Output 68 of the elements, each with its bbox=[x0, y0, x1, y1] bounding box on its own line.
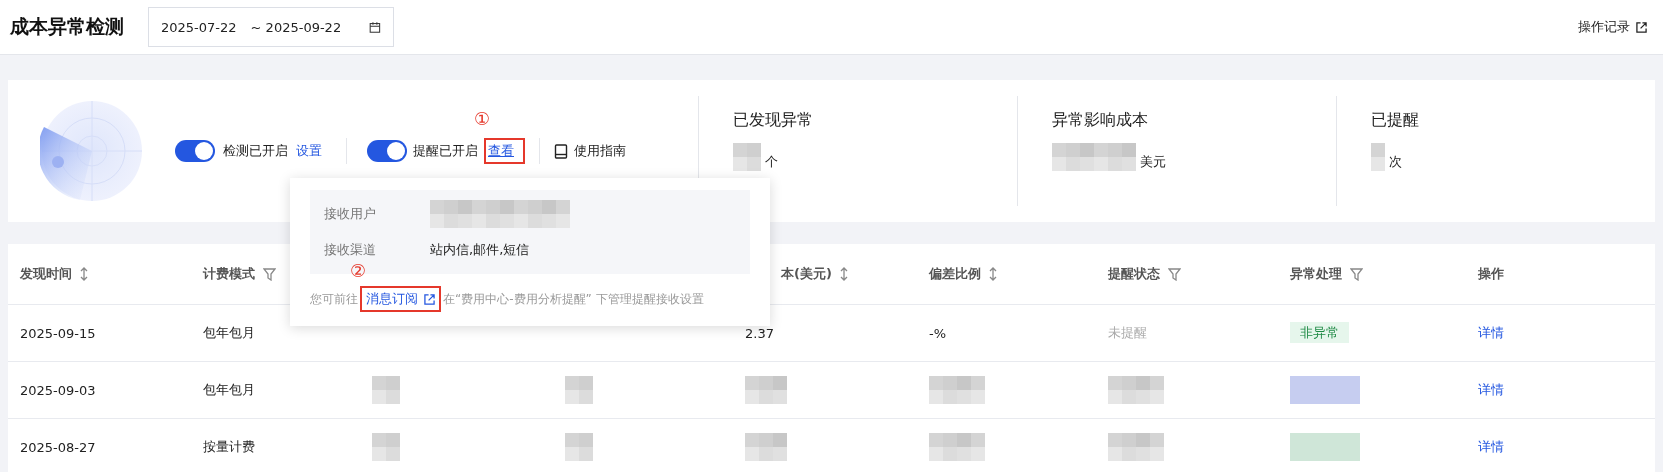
column-header: 发现时间 bbox=[20, 265, 72, 283]
filter-icon[interactable] bbox=[263, 267, 276, 281]
details-link[interactable]: 详情 bbox=[1478, 381, 1655, 399]
date-range-picker[interactable]: 2025-07-22 ~ 2025-09-22 bbox=[148, 7, 394, 47]
pixelated-redaction bbox=[733, 143, 761, 171]
sort-icon[interactable] bbox=[989, 267, 997, 281]
reminder-switch[interactable] bbox=[367, 140, 407, 162]
status-tag: 非异常 bbox=[1290, 322, 1349, 343]
hint-text: 您可前往 bbox=[310, 290, 358, 308]
pixelated-redaction bbox=[929, 433, 985, 461]
table-cell-text: 2025-08-27 bbox=[20, 439, 97, 455]
page-title: 成本异常检测 bbox=[10, 14, 124, 39]
detection-switch[interactable] bbox=[175, 140, 215, 162]
table-cell-text: 2025-09-15 bbox=[20, 325, 97, 341]
details-link[interactable]: 详情 bbox=[1478, 438, 1655, 456]
stat-title: 已发现异常 bbox=[733, 110, 814, 131]
stat-unit: 美元 bbox=[1140, 153, 1166, 171]
stat-title: 已提醒 bbox=[1371, 110, 1420, 131]
column-header: 异常处理 bbox=[1290, 265, 1342, 283]
reminder-state: 未提醒 bbox=[1108, 325, 1147, 340]
calendar-icon bbox=[369, 19, 381, 35]
pixelated-redaction bbox=[1371, 143, 1385, 171]
field-label: 接收渠道 bbox=[324, 241, 377, 259]
column-header: 提醒状态 bbox=[1108, 265, 1160, 283]
sort-icon[interactable] bbox=[80, 267, 88, 281]
pixelated-redaction bbox=[745, 376, 787, 404]
subscription-link[interactable]: 消息订阅 bbox=[366, 290, 435, 308]
guide-link[interactable]: 使用指南 bbox=[574, 142, 626, 160]
details-link[interactable]: 详情 bbox=[1478, 324, 1655, 342]
pixelated-redaction bbox=[1108, 433, 1164, 461]
sort-icon[interactable] bbox=[839, 267, 848, 281]
reminder-status: 提醒已开启 bbox=[413, 142, 478, 160]
column-header: 操作 bbox=[1478, 265, 1504, 283]
detection-status: 检测已开启 bbox=[223, 142, 288, 160]
pixelated-redaction bbox=[745, 433, 787, 461]
book-icon bbox=[554, 143, 568, 159]
field-value: 站内信,邮件,短信 bbox=[430, 241, 530, 259]
external-link-icon bbox=[424, 293, 435, 305]
pixelated-redaction bbox=[372, 376, 400, 404]
view-link[interactable]: 查看 bbox=[488, 142, 514, 160]
column-header: 本(美元) bbox=[781, 265, 832, 283]
table-cell-text: 包年包月 bbox=[203, 324, 256, 342]
annotation-number: ② bbox=[350, 262, 367, 280]
field-label: 接收用户 bbox=[324, 205, 377, 223]
pixelated-redaction bbox=[565, 433, 593, 461]
pixelated-redaction bbox=[1290, 433, 1360, 461]
table-cell: 2.37 bbox=[745, 325, 774, 341]
settings-link[interactable]: 设置 bbox=[296, 142, 322, 160]
column-header: 偏差比例 bbox=[929, 265, 981, 283]
table-cell-text: 2025-09-03 bbox=[20, 382, 97, 398]
pixelated-redaction bbox=[1290, 376, 1360, 404]
pixelated-redaction bbox=[1108, 376, 1164, 404]
stat-unit: 次 bbox=[1389, 153, 1402, 171]
operation-log-link[interactable]: 操作记录 bbox=[1578, 18, 1647, 36]
table-cell: -% bbox=[929, 325, 947, 341]
pixelated-redaction bbox=[372, 433, 400, 461]
external-link-icon bbox=[1636, 21, 1647, 33]
table-cell-text: 按量计费 bbox=[203, 438, 256, 456]
annotation-number: ① bbox=[474, 110, 491, 128]
stat-unit: 个 bbox=[765, 153, 778, 171]
hint-text: 在“费用中心-费用分析提醒” 下管理提醒接收设置 bbox=[443, 290, 704, 308]
pixelated-redaction bbox=[565, 376, 593, 404]
table-cell-text: 包年包月 bbox=[203, 381, 256, 399]
filter-icon[interactable] bbox=[1350, 267, 1363, 281]
column-header: 计费模式 bbox=[203, 265, 255, 283]
stat-title: 异常影响成本 bbox=[1052, 110, 1149, 131]
filter-icon[interactable] bbox=[1168, 267, 1181, 281]
pixelated-redaction bbox=[929, 376, 985, 404]
